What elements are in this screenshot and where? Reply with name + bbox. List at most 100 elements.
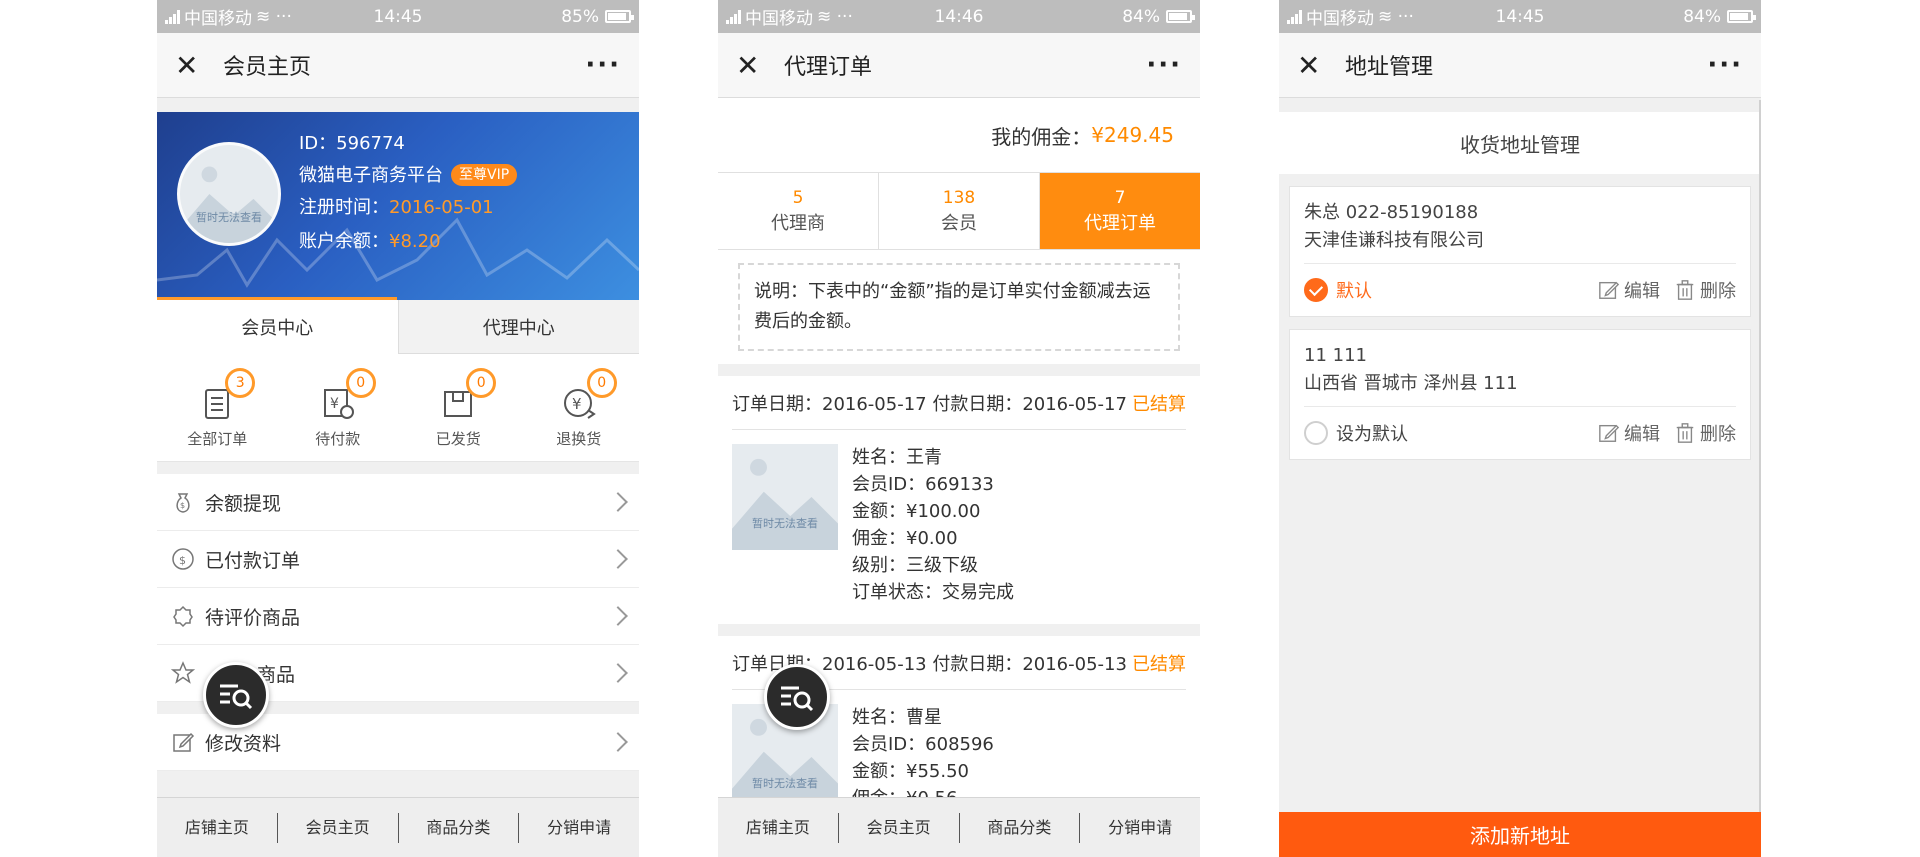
delete-label: 删除 bbox=[1700, 281, 1736, 302]
search-menu-fab[interactable] bbox=[203, 662, 269, 728]
order-header: 订单日期：2016-05-17 付款日期：2016-05-17 已结算 bbox=[732, 376, 1186, 430]
nav-categories[interactable]: 商品分类 bbox=[399, 812, 520, 843]
battery: 84% bbox=[1683, 6, 1756, 27]
menu-item-label: 待评价商品 bbox=[205, 606, 301, 629]
carrier-label: 中国移动 bbox=[184, 9, 252, 29]
signal-icon bbox=[165, 9, 180, 24]
close-icon[interactable]: ✕ bbox=[1297, 49, 1327, 82]
order-count-badge: 3 bbox=[225, 368, 256, 398]
avatar[interactable]: 暂时无法查看 bbox=[177, 142, 281, 246]
nav-categories[interactable]: 商品分类 bbox=[960, 812, 1081, 843]
menu-item-label: 已付款订单 bbox=[205, 549, 301, 572]
shipped-button[interactable]: 0 已发货 bbox=[398, 362, 519, 461]
order-state: 已结算 bbox=[1132, 653, 1186, 675]
default-checkbox[interactable] bbox=[1304, 421, 1328, 445]
edit-icon bbox=[1599, 424, 1620, 442]
reg-label: 注册时间： bbox=[299, 197, 389, 218]
battery-icon bbox=[605, 10, 634, 23]
menu-item-to-review[interactable]: 待评价商品 bbox=[157, 588, 639, 645]
stat-label: 代理商 bbox=[771, 213, 825, 234]
edit-button[interactable]: 编辑 bbox=[1598, 420, 1660, 446]
battery-percent: 85% bbox=[561, 6, 599, 27]
add-address-button[interactable]: 添加新地址 bbox=[1279, 812, 1761, 857]
battery-percent: 84% bbox=[1122, 6, 1160, 27]
nav-member-home[interactable]: 会员主页 bbox=[839, 812, 960, 843]
close-icon[interactable]: ✕ bbox=[736, 49, 766, 82]
phone-agent-orders: 中国移动 ≋ ··· 14:46 84% ✕ 代理订单 ··· 我的佣金： ¥2… bbox=[718, 0, 1200, 857]
order-line: 会员ID：608596 bbox=[852, 734, 994, 755]
nav-member-home[interactable]: 会员主页 bbox=[278, 812, 399, 843]
svg-text:$: $ bbox=[179, 554, 186, 567]
address-card[interactable]: 11 111 山西省 晋城市 泽州县 111 设为默认 编辑 删除 bbox=[1289, 329, 1751, 460]
menu-item-paid-orders[interactable]: $ 已付款订单 bbox=[157, 531, 639, 588]
stat-number: 7 bbox=[1114, 188, 1126, 208]
commission-row: 我的佣金： ¥249.45 bbox=[718, 98, 1200, 172]
svg-text:¥: ¥ bbox=[330, 396, 339, 412]
title-bar: ✕ 会员主页 ··· bbox=[157, 33, 639, 98]
star-icon bbox=[171, 661, 195, 684]
stat-agent-orders[interactable]: 7 代理订单 bbox=[1040, 173, 1200, 249]
stat-agents[interactable]: 5 代理商 bbox=[718, 173, 879, 249]
menu-item-withdraw[interactable]: $ 余额提现 bbox=[157, 474, 639, 531]
phone-address-management: 中国移动 ≋ ··· 14:45 84% ✕ 地址管理 ··· 收货地址管理 朱… bbox=[1279, 0, 1761, 857]
battery-icon bbox=[1166, 10, 1195, 23]
image-placeholder-text: 暂时无法查看 bbox=[752, 776, 818, 790]
stat-number: 138 bbox=[942, 188, 976, 208]
carrier: 中国移动 ≋ ··· bbox=[1287, 4, 1414, 29]
order-count-badge: 0 bbox=[345, 368, 376, 398]
edit-button[interactable]: 编辑 bbox=[1598, 277, 1660, 303]
order-line: 订单状态：交易完成 bbox=[852, 582, 1014, 603]
commission-label: 我的佣金： bbox=[991, 124, 1092, 149]
edit-label: 编辑 bbox=[1624, 281, 1660, 302]
delete-button[interactable]: 删除 bbox=[1674, 420, 1736, 446]
more-icon[interactable]: ··· bbox=[585, 50, 621, 80]
stat-label: 代理订单 bbox=[1084, 213, 1156, 234]
delete-button[interactable]: 删除 bbox=[1674, 277, 1736, 303]
note-box: 说明：下表中的“金额”指的是订单实付金额减去运费后的金额。 bbox=[738, 263, 1180, 351]
pending-payment-button[interactable]: ¥ 0 待付款 bbox=[278, 362, 399, 461]
close-icon[interactable]: ✕ bbox=[175, 49, 205, 82]
address-card[interactable]: 朱总 022-85190188 天津佳谦科技有限公司 默认 编辑 删除 bbox=[1289, 186, 1751, 317]
coin-icon: $ bbox=[172, 548, 194, 570]
carrier-label: 中国移动 bbox=[1306, 9, 1374, 29]
phone-member-home: 中国移动 ≋ ··· 14:45 85% ✕ 会员主页 ··· 暂时无法查看 I… bbox=[157, 0, 639, 857]
note-wrapper: 说明：下表中的“金额”指的是订单实付金额减去运费后的金额。 bbox=[718, 250, 1200, 364]
more-icon[interactable]: ··· bbox=[1707, 50, 1743, 80]
default-label: 默认 bbox=[1336, 281, 1372, 302]
address-details: 11 111 山西省 晋城市 泽州县 111 bbox=[1304, 330, 1736, 407]
nav-distribution-apply[interactable]: 分销申请 bbox=[519, 813, 639, 843]
battery: 84% bbox=[1122, 6, 1195, 27]
nav-distribution-apply[interactable]: 分销申请 bbox=[1080, 813, 1200, 843]
all-orders-button[interactable]: 3 全部订单 bbox=[157, 362, 278, 461]
stat-members[interactable]: 138 会员 bbox=[879, 173, 1040, 249]
more-icon[interactable]: ··· bbox=[1146, 50, 1182, 80]
title-bar: ✕ 地址管理 ··· bbox=[1279, 33, 1761, 98]
menu-item-label: 修改资料 bbox=[205, 732, 282, 755]
chevron-right-icon bbox=[608, 492, 628, 512]
address-text: 山西省 晋城市 泽州县 111 bbox=[1304, 373, 1518, 394]
search-list-icon bbox=[781, 686, 814, 712]
chevron-right-icon bbox=[608, 606, 628, 626]
reg-date: 2016-05-01 bbox=[389, 197, 494, 218]
bottom-nav: 店铺主页 会员主页 商品分类 分销申请 bbox=[718, 797, 1200, 857]
image-placeholder-text: 暂时无法查看 bbox=[752, 516, 818, 530]
tab-member-center[interactable]: 会员中心 bbox=[157, 300, 398, 354]
nav-shop-home[interactable]: 店铺主页 bbox=[718, 812, 839, 843]
address-contact: 11 111 bbox=[1304, 345, 1367, 366]
nav-shop-home[interactable]: 店铺主页 bbox=[157, 812, 278, 843]
address-actions-row: 设为默认 编辑 删除 bbox=[1304, 407, 1736, 459]
signal-icon bbox=[726, 9, 741, 24]
page-title: 会员主页 bbox=[223, 55, 312, 80]
default-checkbox[interactable] bbox=[1304, 278, 1328, 302]
order-line: 佣金：¥0.00 bbox=[852, 528, 958, 549]
order-line: 姓名：曹星 bbox=[852, 707, 942, 728]
page-title: 地址管理 bbox=[1345, 55, 1434, 80]
search-menu-fab[interactable] bbox=[764, 664, 830, 730]
profile-banner: 暂时无法查看 ID：596774 微猫电子商务平台 至尊VIP 注册时间：2016… bbox=[157, 112, 639, 300]
returns-button[interactable]: ¥ 0 退换货 bbox=[519, 362, 640, 461]
battery-percent: 84% bbox=[1683, 6, 1721, 27]
order-body: 暂时无法查看 姓名：王青 会员ID：669133 金额：¥100.00 佣金：¥… bbox=[732, 430, 1186, 624]
tab-agent-center[interactable]: 代理中心 bbox=[397, 300, 639, 354]
edit-icon bbox=[1599, 281, 1620, 299]
order-card[interactable]: 订单日期：2016-05-17 付款日期：2016-05-17 已结算 暂时无法… bbox=[718, 376, 1200, 624]
